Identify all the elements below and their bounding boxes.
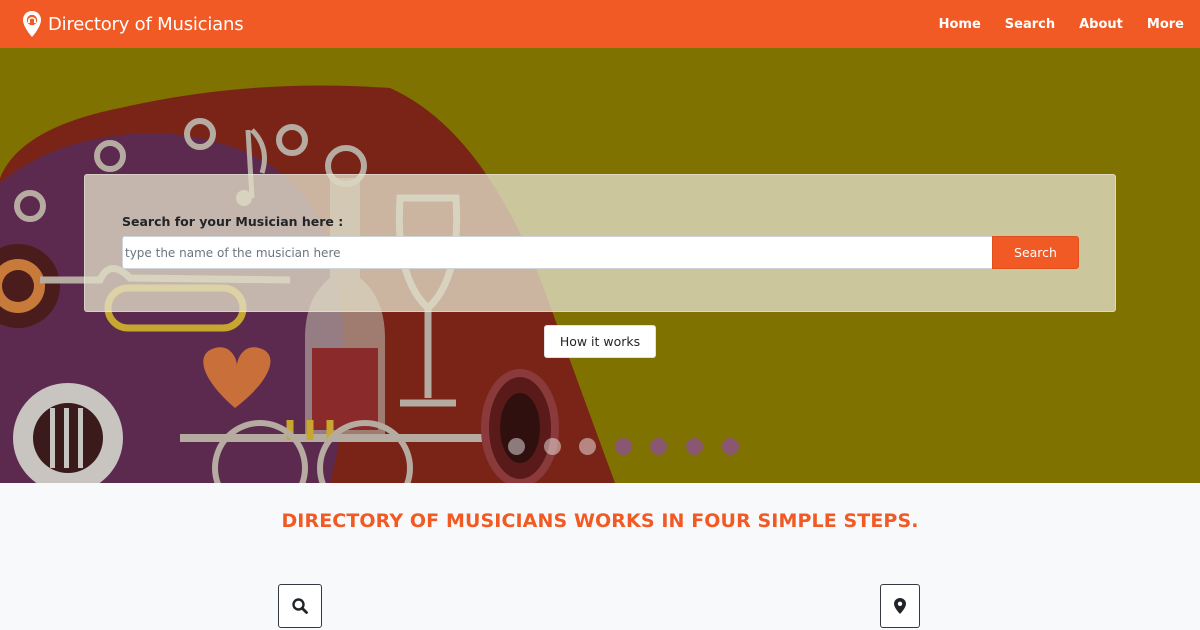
search-label: Search for your Musician here :	[122, 214, 344, 229]
search-button[interactable]: Search	[992, 236, 1079, 269]
hero-carousel: Search for your Musician here : Search H…	[0, 48, 1200, 483]
step-search-box	[278, 584, 322, 628]
brand-link[interactable]: Directory of Musicians	[22, 10, 244, 38]
search-panel: Search for your Musician here : Search	[84, 174, 1116, 312]
nav-more[interactable]: More	[1147, 17, 1184, 32]
nav-home[interactable]: Home	[939, 17, 981, 32]
search-icon	[292, 598, 308, 614]
carousel-dot-6[interactable]	[685, 438, 703, 455]
nav-search[interactable]: Search	[1005, 17, 1055, 32]
map-marker-icon	[894, 598, 906, 614]
carousel-dot-2[interactable]	[543, 438, 561, 455]
carousel-dot-4[interactable]	[614, 438, 632, 455]
carousel-dot-7[interactable]	[721, 438, 739, 455]
map-pin-music-icon	[23, 11, 41, 37]
steps-heading: DIRECTORY OF MUSICIANS WORKS IN FOUR SIM…	[281, 510, 919, 532]
musician-search-input[interactable]	[122, 236, 993, 269]
brand-title: Directory of Musicians	[48, 13, 244, 35]
nav-about[interactable]: About	[1079, 17, 1123, 32]
carousel-dot-3[interactable]	[579, 438, 597, 455]
carousel-dot-5[interactable]	[650, 438, 668, 455]
step-location-box	[880, 584, 920, 628]
nav-menu: Home Search About More	[915, 0, 1184, 48]
how-it-works-button[interactable]: How it works	[544, 325, 656, 358]
carousel-dot-1[interactable]	[508, 438, 525, 455]
carousel-indicators	[508, 438, 757, 455]
navbar: Directory of Musicians Home Search About…	[0, 0, 1200, 48]
